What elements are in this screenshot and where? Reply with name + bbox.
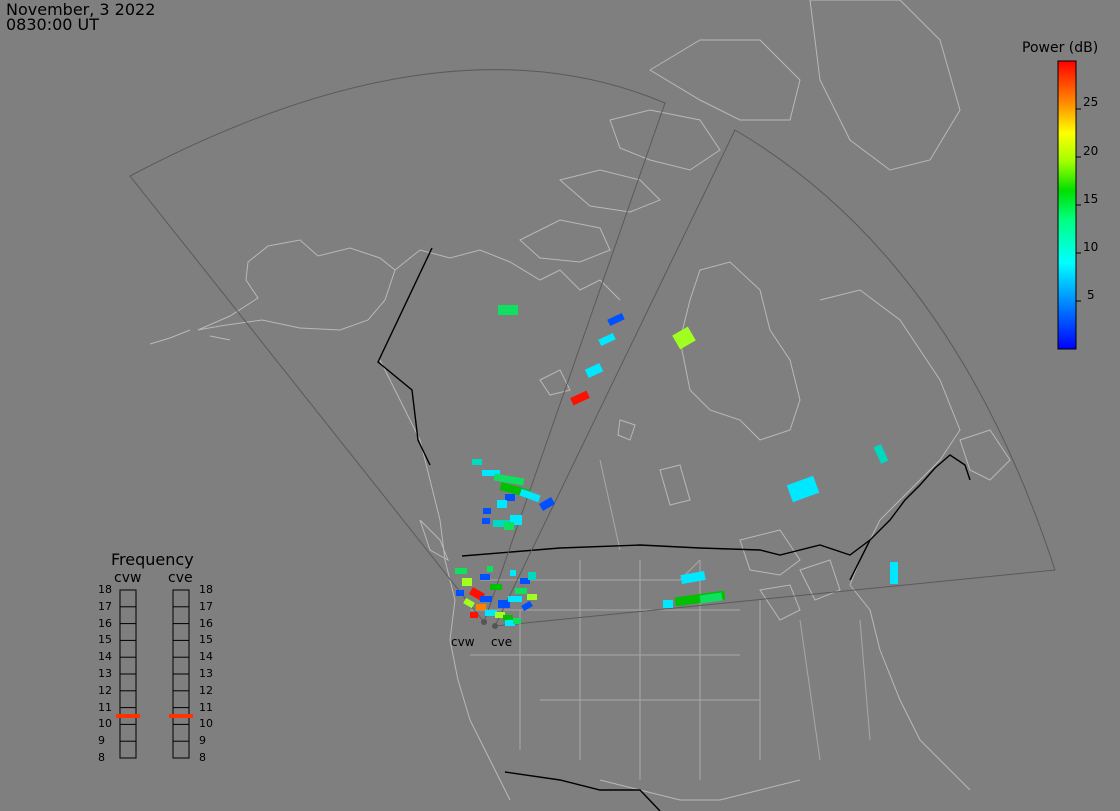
backscatter-cell (515, 588, 527, 594)
frequency-level-label: 11 (98, 700, 112, 714)
backscatter-cell (497, 500, 507, 508)
radar-fov (129, 69, 1056, 627)
backscatter-cell (598, 332, 616, 347)
frequency-level-label: 14 (199, 650, 213, 664)
backscatter-cell (786, 475, 820, 503)
colorbar-title: Power (dB) (1022, 40, 1099, 56)
frequency-level-label: 8 (199, 751, 206, 764)
backscatter-cell (487, 566, 493, 572)
colorbar-tick-label: 15 (1083, 192, 1099, 206)
backscatter-cell (663, 600, 673, 608)
frequency-level-label: 8 (98, 751, 105, 764)
backscatter-cell (873, 444, 889, 464)
frequency-level-label: 18 (199, 583, 213, 596)
backscatter-cell (505, 494, 515, 501)
frequency-indicator-cvw (116, 714, 140, 718)
backscatter-cell (538, 497, 556, 511)
fov-cve-outline (494, 129, 1056, 627)
frequency-radar-label-cve: cve (168, 570, 193, 586)
backscatter-cell (462, 578, 472, 586)
colorbar-gradient (1057, 60, 1077, 350)
frequency-level-label: 12 (199, 683, 213, 697)
frequency-level-label: 17 (98, 599, 112, 613)
backscatter-cell (680, 570, 706, 585)
backscatter-cell (584, 363, 604, 378)
fov-cvw-outline (129, 69, 666, 623)
frequency-level-label: 9 (98, 734, 105, 748)
backscatter-cell (528, 572, 536, 580)
radar-label-cve: cve (491, 635, 513, 649)
backscatter-cell (456, 590, 464, 596)
frequency-level-label: 15 (98, 633, 112, 647)
backscatter-cell (498, 305, 518, 315)
time-label: 0830:00 UT (6, 15, 100, 34)
backscatter-cell (510, 570, 516, 576)
backscatter-cell (480, 574, 490, 580)
backscatter-cell (470, 612, 478, 618)
frequency-level-label: 10 (98, 717, 112, 731)
frequency-level-label: 10 (199, 717, 213, 731)
frequency-level-label: 15 (199, 633, 213, 647)
backscatter-cell (527, 594, 537, 600)
backscatter-cell (607, 312, 625, 327)
frequency-level-label: 12 (98, 683, 112, 697)
backscatter-cell (493, 473, 525, 486)
backscatter-cell (508, 596, 522, 602)
backscatter-cell (482, 518, 490, 524)
frequency-level-label: 13 (98, 667, 112, 680)
radar-label-cvw: cvw (451, 635, 475, 649)
frequency-level-label: 18 (98, 583, 112, 596)
country-border (377, 247, 971, 811)
backscatter-cell (483, 508, 491, 514)
frequency-level-label: 13 (199, 667, 213, 680)
state-boundaries (470, 459, 871, 780)
backscatter-cell (455, 568, 467, 574)
radar-map-view: November, 3 2022 0830:00 UT Power (dB) 2… (0, 0, 1120, 811)
radar-site-cve (492, 623, 498, 629)
frequency-panel (116, 589, 193, 759)
backscatter-cell (504, 522, 514, 530)
colorbar-tick-label: 10 (1083, 240, 1099, 254)
backscatter-cell (890, 562, 898, 584)
colorbar-tick-label: 20 (1083, 144, 1099, 158)
frequency-indicator-cve (169, 714, 193, 718)
radar-site-cvw (481, 619, 487, 625)
frequency-radar-label-cvw: cvw (114, 570, 142, 586)
frequency-level-label: 9 (199, 734, 206, 748)
backscatter-cell (463, 597, 475, 609)
frequency-level-label: 11 (199, 700, 213, 714)
backscatter-cell (472, 459, 482, 465)
frequency-level-label: 16 (98, 616, 112, 630)
backscatter-cell (476, 604, 486, 610)
frequency-level-label: 17 (199, 599, 213, 613)
backscatter-cell (480, 596, 492, 602)
frequency-panel-title: Frequency (111, 550, 194, 569)
backscatter-cell (672, 326, 696, 350)
frequency-level-label: 14 (98, 650, 112, 664)
colorbar-tick-label: 5 (1087, 288, 1095, 302)
colorbar (1057, 60, 1081, 350)
colorbar-tick-label: 25 (1083, 95, 1099, 109)
frequency-level-label: 16 (199, 616, 213, 630)
backscatter-cell (513, 618, 521, 624)
backscatter-cell (570, 390, 590, 406)
backscatter-cell (490, 584, 502, 590)
